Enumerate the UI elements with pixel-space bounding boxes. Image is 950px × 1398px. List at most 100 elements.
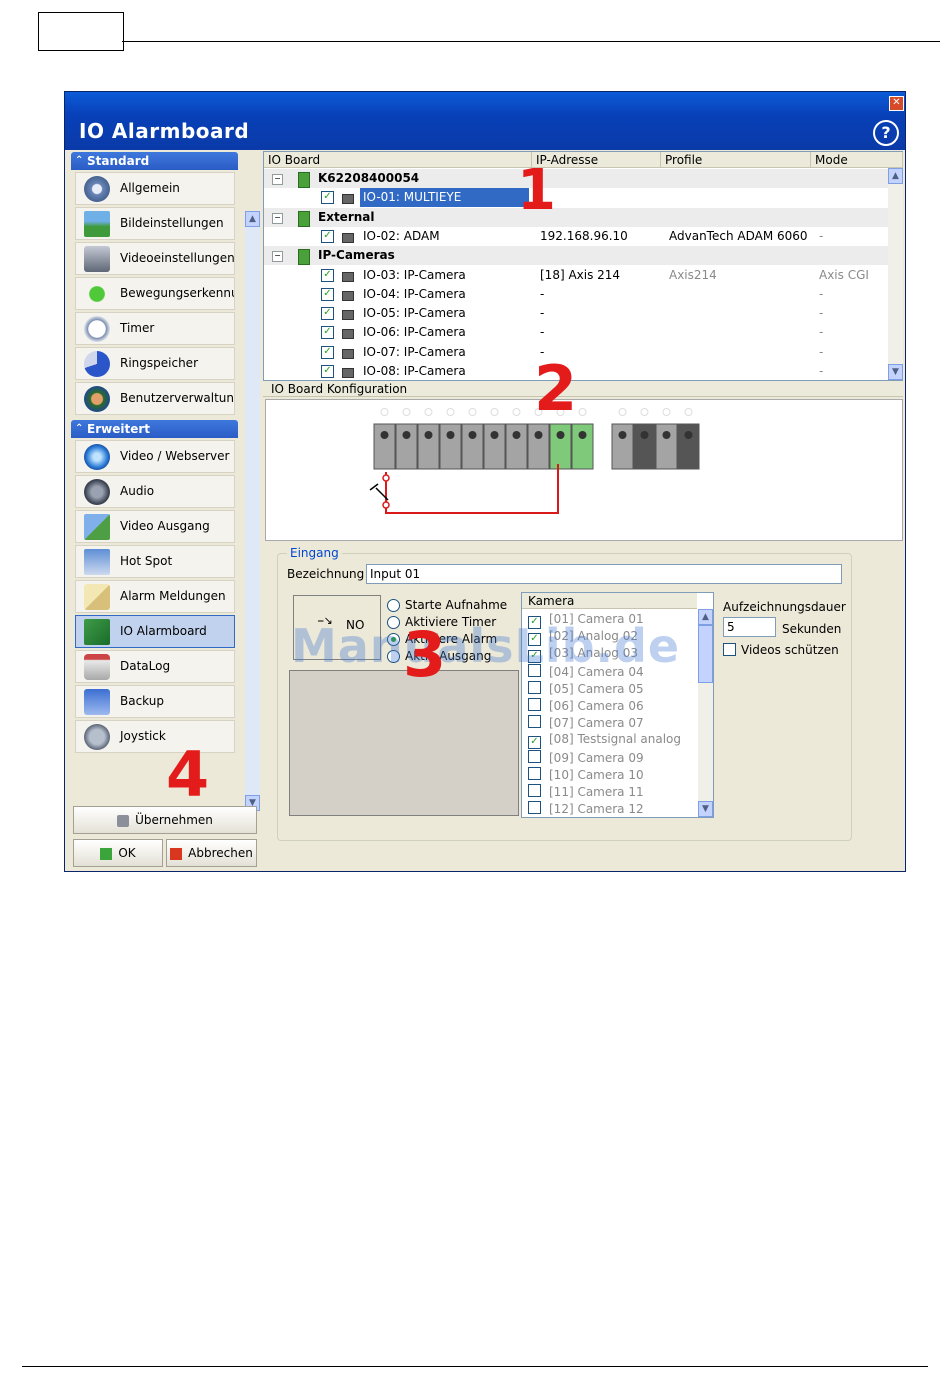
sidebar-item-allgemein[interactable]: Allgemein — [75, 172, 235, 205]
sidebar-group-standard[interactable]: ⌃ Standard — [71, 152, 238, 170]
checkbox[interactable] — [528, 749, 541, 763]
sidebar-item-video-ausgang[interactable]: Video Ausgang — [75, 510, 235, 543]
tree-row-mode: - — [819, 286, 824, 301]
tree-row-mode: - — [819, 325, 824, 340]
sidebar-group-label: Erweitert — [87, 422, 150, 436]
collapse-icon[interactable]: − — [272, 251, 283, 263]
sidebar-item-joystick[interactable]: Joystick — [75, 720, 235, 753]
scroll-down-icon[interactable]: ▼ — [888, 364, 903, 380]
column-header-io-board[interactable]: IO Board — [264, 152, 532, 168]
sidebar-item-video-webserver[interactable]: Video / Webserver — [75, 440, 235, 473]
dauer-input[interactable]: 5 — [723, 617, 776, 637]
checkbox[interactable]: ✓ — [321, 326, 334, 340]
sidebar-item-videoeinstellungen[interactable]: Videoeinstellungen — [75, 242, 235, 275]
gamepad-icon — [84, 724, 110, 750]
checkbox[interactable]: ✓ — [528, 736, 541, 750]
checkbox[interactable]: ✓ — [321, 268, 334, 282]
arrow-up-icon — [100, 847, 113, 860]
checkbox[interactable] — [528, 715, 541, 729]
tree-item-row[interactable]: ✓ IO-03: IP-Camera [18] Axis 214 Axis214 Axi… — [264, 266, 888, 285]
action-radio[interactable]: Starte Aufnahme — [387, 598, 507, 612]
camera-row[interactable]: [10] Camera 10 — [528, 766, 644, 783]
checkbox[interactable]: ✓ — [321, 307, 334, 321]
checkbox[interactable]: ✓ — [321, 229, 334, 243]
scroll-thumb[interactable] — [698, 625, 713, 683]
sidebar-item-backup[interactable]: Backup — [75, 685, 235, 718]
sidebar-item-bewegungserkennung[interactable]: Bewegungserkennung — [75, 277, 235, 310]
collapse-icon[interactable]: − — [272, 174, 283, 185]
tree-item-row[interactable]: ✓ IO-02: ADAM 192.168.96.10 AdvanTech ADAM … — [264, 227, 888, 246]
sidebar-scrollbar[interactable]: ▲ ▼ — [245, 211, 260, 811]
checkbox[interactable] — [528, 680, 541, 694]
scroll-up-icon[interactable]: ▲ — [245, 211, 260, 227]
io-board-tree[interactable]: IO Board IP-Adresse Profile Mode − K62208… — [263, 151, 903, 381]
sidebar-item-benutzerverwaltung[interactable]: Benutzerverwaltung — [75, 382, 235, 415]
database-icon — [84, 654, 110, 680]
scroll-up-icon[interactable]: ▲ — [698, 609, 713, 625]
sidebar-group-erweitert[interactable]: ⌃ Erweitert — [71, 420, 238, 438]
terminal-screw — [446, 431, 455, 439]
sidebar-item-bildeinstellungen[interactable]: Bildeinstellungen — [75, 207, 235, 240]
column-header-mode[interactable]: Mode — [811, 152, 903, 168]
radio-icon[interactable] — [387, 599, 400, 612]
scroll-down-icon[interactable]: ▼ — [698, 801, 713, 817]
sidebar-item-datalog[interactable]: DataLog — [75, 650, 235, 683]
sidebar-item-audio[interactable]: Audio — [75, 475, 235, 508]
tree-group-row[interactable]: − External — [264, 207, 888, 227]
sidebar-item-timer[interactable]: Timer — [75, 312, 235, 345]
checkbox[interactable] — [528, 801, 541, 815]
checkbox[interactable]: ✓ — [321, 345, 334, 359]
tree-item-row[interactable]: ✓ IO-06: IP-Camera - - — [264, 323, 888, 342]
tree-item-row[interactable]: ✓ IO-04: IP-Camera - - — [264, 285, 888, 304]
camera-row[interactable]: [09] Camera 09 — [528, 749, 644, 766]
apply-button[interactable]: Übernehmen — [73, 806, 257, 834]
checkbox[interactable]: ✓ — [321, 365, 334, 378]
sidebar-item-ringspeicher[interactable]: Ringspeicher — [75, 347, 235, 380]
terminal-screw — [380, 431, 389, 439]
camera-row[interactable]: [12] Camera 12 — [528, 800, 644, 817]
running-man-icon — [84, 281, 110, 307]
videos-schuetzen-checkbox[interactable]: Videos schützen — [723, 641, 839, 657]
terminal — [395, 423, 418, 470]
camera-row[interactable]: [07] Camera 07 — [528, 714, 644, 731]
checkbox[interactable] — [528, 766, 541, 780]
terminal — [439, 423, 462, 470]
bezeichnung-input[interactable]: Input 01 — [366, 564, 842, 584]
camera-list-scrollbar[interactable]: ▲ ▼ — [698, 609, 713, 817]
scroll-up-icon[interactable]: ▲ — [888, 168, 903, 184]
tree-row-ip: - — [540, 306, 545, 321]
tree-row-mode: - — [819, 344, 824, 359]
checkbox[interactable]: ✓ — [321, 287, 334, 301]
io-board-config-header: IO Board Konfiguration — [263, 381, 903, 397]
annotation-4: 4 — [166, 738, 210, 811]
checkbox[interactable] — [528, 784, 541, 797]
board-icon — [298, 249, 310, 266]
checkbox[interactable] — [528, 698, 541, 711]
cancel-button[interactable]: Abbrechen — [166, 839, 257, 867]
tree-row-mode: - — [819, 306, 824, 321]
camera-row[interactable]: ✓ [08] Testsignal analog — [528, 731, 681, 750]
tree-item-row[interactable]: ✓ IO-01: MULTIEYE — [264, 188, 888, 208]
device-icon — [342, 290, 354, 301]
tree-item-row[interactable]: ✓ IO-05: IP-Camera - - — [264, 304, 888, 323]
help-icon[interactable]: ? — [873, 120, 899, 146]
collapse-icon[interactable]: − — [272, 212, 283, 224]
tree-row-profile: AdvanTech ADAM 6060 — [669, 228, 808, 243]
tree-group-row[interactable]: − IP-Cameras — [264, 246, 888, 266]
tree-scrollbar[interactable]: ▲ ▼ — [888, 168, 903, 380]
camera-list-header[interactable]: Kamera — [522, 593, 697, 609]
camera-row[interactable]: [11] Camera 11 — [528, 783, 644, 800]
camera-row[interactable]: [06] Camera 06 — [528, 697, 644, 714]
checkbox[interactable]: ✓ — [321, 191, 334, 205]
sidebar-item-io-alarmboard[interactable]: IO Alarmboard — [75, 615, 235, 648]
checkbox[interactable] — [723, 643, 736, 656]
sidebar-item-alarm-meldungen[interactable]: Alarm Meldungen — [75, 580, 235, 613]
terminal-led — [618, 408, 627, 416]
tree-group-row[interactable]: − K62208400054 — [264, 169, 888, 188]
sidebar-item-hot-spot[interactable]: Hot Spot — [75, 545, 235, 578]
tree-row-name: IP-Cameras — [318, 248, 395, 263]
column-header-profile[interactable]: Profile — [661, 152, 811, 168]
ok-button[interactable]: OK — [73, 839, 163, 867]
close-button[interactable]: ✕ — [889, 96, 904, 111]
camera-row[interactable]: [05] Camera 05 — [528, 680, 644, 697]
